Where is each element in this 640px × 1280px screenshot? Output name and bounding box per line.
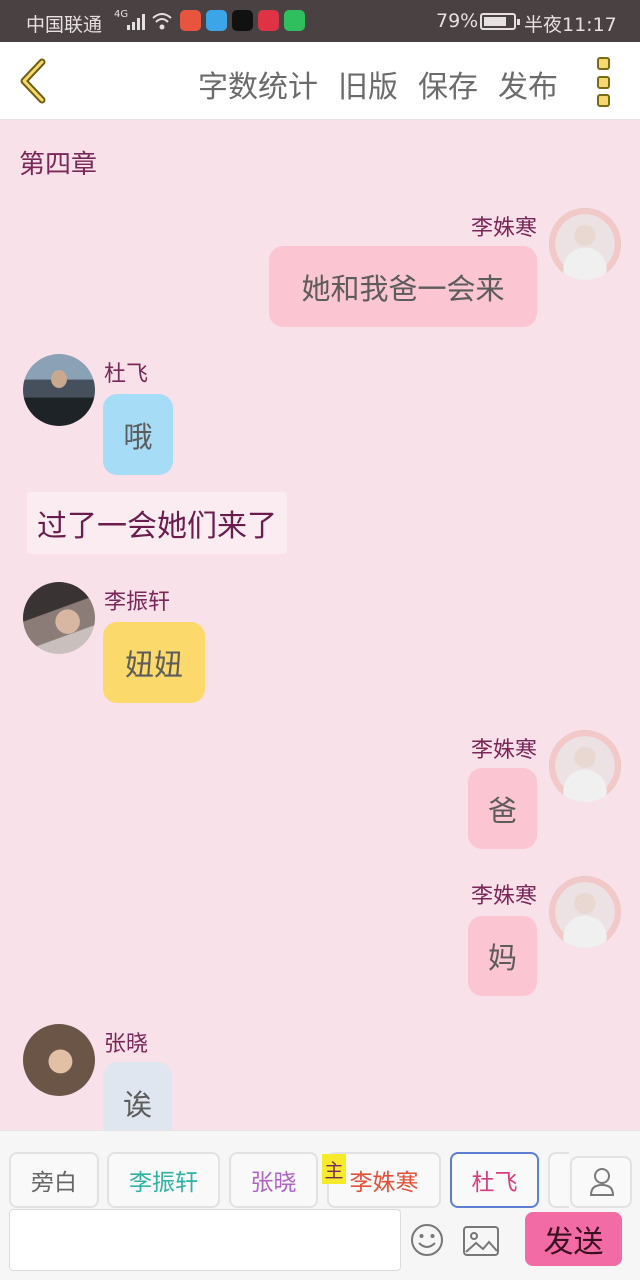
publish-button[interactable]: 发布 [498,62,558,106]
role-label: 杜飞 [471,1170,518,1196]
save-button[interactable]: 保存 [418,62,478,106]
avatar[interactable] [23,1024,95,1096]
app-icon [206,10,227,31]
speaker-name: 李姝寒 [470,216,537,241]
message-bubble[interactable]: 诶 [103,1062,172,1130]
chat-message[interactable]: 张晓 诶 [0,1020,640,1130]
avatar[interactable] [549,876,621,948]
clock: 半夜11:17 [524,14,617,36]
message-bubble[interactable]: 爸 [468,768,537,849]
avatar[interactable] [549,208,621,280]
battery-icon [480,13,520,30]
role-label: 李振轩 [129,1170,198,1196]
role-tab[interactable]: 李振轩 [107,1152,220,1208]
role-label: 李姝寒 [349,1170,419,1196]
chat-area[interactable]: 第四章 李姝寒 她和我爸一会来 杜飞 哦 过了一会她们来了 李振轩 妞妞 李姝寒… [0,120,640,1130]
narration-text[interactable]: 过了一会她们来了 [27,492,287,554]
toolbar-actions: 字数统计 旧版 保存 发布 [198,62,558,106]
wifi-icon [152,13,172,30]
user-icon [589,1168,615,1196]
chat-message[interactable]: 李姝寒 她和我爸一会来 [0,204,640,334]
main-character-badge: 主 [322,1154,346,1184]
carrier-name: 中国联通 [26,14,103,36]
role-selector[interactable]: 旁白 李振轩 张晓 李姝寒 杜飞 [9,1152,569,1208]
role-tab[interactable]: 旁白 [9,1152,99,1208]
role-label: 张晓 [250,1170,297,1196]
composer: 旁白 李振轩 张晓 李姝寒 杜飞 发送 [0,1130,640,1280]
send-button[interactable]: 发送 [525,1212,622,1266]
role-label: 旁白 [31,1170,77,1196]
chapter-title: 第四章 [19,150,98,180]
chat-message[interactable]: 杜飞 哦 [0,350,640,480]
emoji-icon[interactable] [410,1223,444,1257]
message-bubble[interactable]: 妞妞 [103,622,205,703]
app-icon [232,10,253,31]
chat-message[interactable]: 李姝寒 妈 [0,872,640,1002]
chat-message[interactable]: 李姝寒 爸 [0,726,640,856]
speaker-name: 张晓 [104,1032,149,1057]
avatar[interactable] [549,730,621,802]
role-tab[interactable]: 张晓 [229,1152,318,1208]
message-input[interactable] [9,1209,401,1271]
battery-percent: 79% [436,10,479,32]
speaker-name: 杜飞 [104,362,149,387]
avatar[interactable] [23,354,95,426]
role-tab[interactable]: 杜飞 [450,1152,539,1208]
message-bubble[interactable]: 妈 [468,916,537,996]
chat-message[interactable]: 李振轩 妞妞 [0,578,640,708]
image-icon[interactable] [462,1225,500,1257]
old-version-button[interactable]: 旧版 [338,62,398,106]
speaker-name: 李姝寒 [470,884,537,909]
notification-app-icons [180,10,305,31]
top-toolbar: 字数统计 旧版 保存 发布 [0,42,640,120]
role-tab[interactable] [548,1152,569,1208]
app-icon [180,10,201,31]
app-icon [284,10,305,31]
message-bubble[interactable]: 哦 [103,394,173,475]
message-bubble[interactable]: 她和我爸一会来 [269,246,537,327]
speaker-name: 李振轩 [104,590,171,615]
status-bar: 中国联通 4G 79% 半夜11:17 [0,0,640,42]
avatar[interactable] [23,582,95,654]
chevron-left-icon[interactable] [16,58,50,104]
signal-icon [127,14,145,30]
app-icon [258,10,279,31]
word-count-button[interactable]: 字数统计 [198,62,318,106]
more-vertical-icon[interactable] [597,57,611,107]
speaker-name: 李姝寒 [470,738,537,763]
role-manager-button[interactable] [570,1156,632,1208]
